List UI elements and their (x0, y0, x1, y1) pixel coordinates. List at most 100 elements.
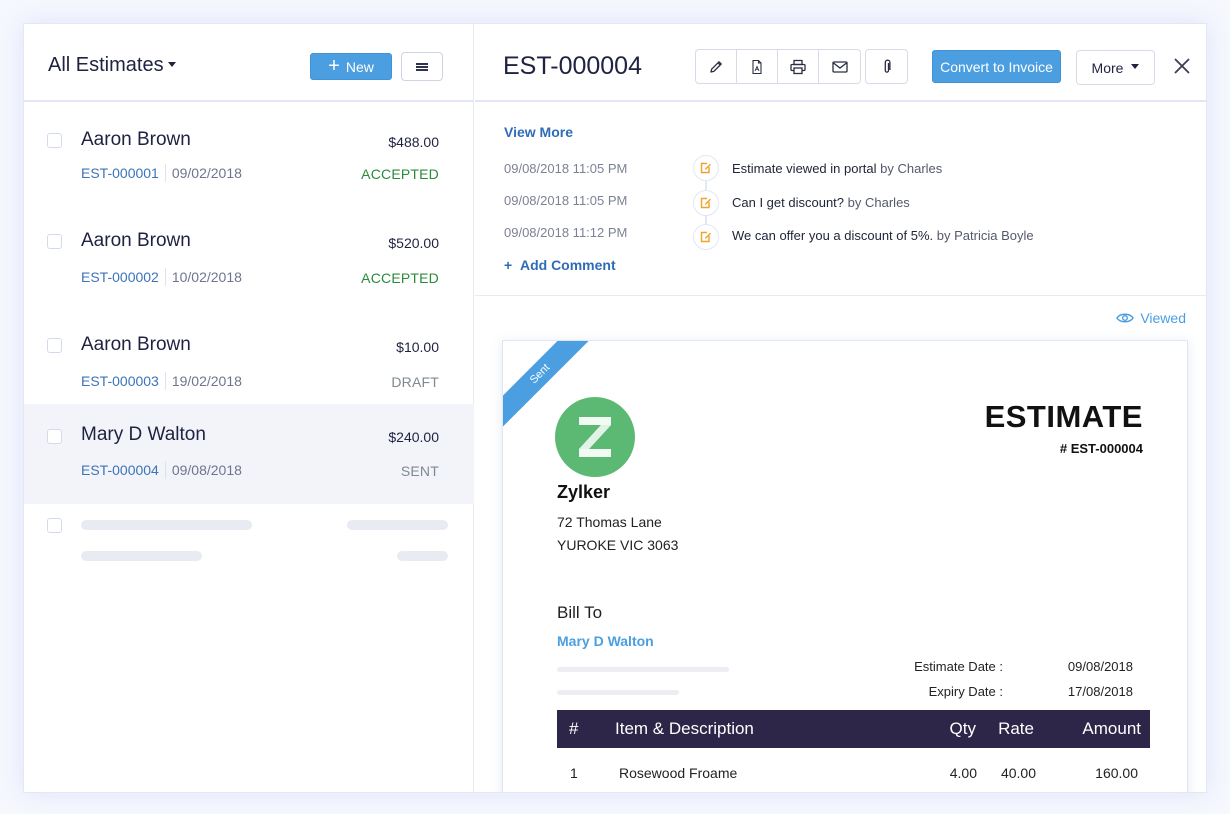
row-checkbox[interactable] (47, 133, 62, 148)
estimate-row[interactable]: Aaron Brown $520.00 EST-000002 10/02/201… (24, 204, 474, 309)
organization-address-line: YUROKE VIC 3063 (557, 537, 679, 553)
row-number: 1 (570, 765, 578, 781)
estimate-number: EST-000004 (81, 462, 159, 478)
col-rate: Rate (998, 719, 1034, 738)
action-toolbar (695, 49, 861, 84)
list-view-selector[interactable]: All Estimates (48, 54, 176, 77)
estimate-date: 19/02/2018 (171, 373, 242, 389)
estimate-document: Sent Zylker 72 Thomas Lane YUROKE VIC 30… (502, 340, 1188, 792)
divider (164, 268, 166, 286)
col-item: Item & Description (615, 719, 754, 738)
new-button-label: New (345, 58, 374, 75)
col-qty: Qty (949, 719, 976, 738)
row-checkbox (47, 518, 62, 533)
bill-to-label: Bill To (557, 603, 603, 622)
estimate-number: EST-000002 (81, 269, 159, 285)
divider (164, 461, 166, 479)
col-amount: Amount (1082, 719, 1141, 738)
caret-down-icon (1131, 64, 1140, 69)
row-qty: 4.00 (949, 765, 977, 781)
history-item-icon (693, 190, 719, 216)
col-number: # (569, 719, 579, 738)
estimate-amount: $488.00 (388, 134, 439, 150)
status-badge: SENT (400, 463, 439, 479)
history-entry: We can offer you a discount of 5%. by Pa… (732, 228, 1034, 243)
list-header: All Estimates + New (24, 24, 473, 102)
divider (164, 164, 166, 182)
pdf-icon (752, 59, 762, 74)
history-author: by Charles (847, 195, 910, 210)
skeleton-line (347, 520, 448, 530)
history-text: We can offer you a discount of 5%. (732, 228, 934, 243)
caret-down-icon (167, 62, 176, 68)
plus-icon: + (504, 257, 520, 273)
viewed-indicator: Viewed (1116, 310, 1186, 326)
estimate-date-label: Estimate Date : (914, 659, 1003, 674)
history-author: by Charles (880, 161, 943, 176)
row-checkbox[interactable] (47, 234, 62, 249)
estimate-row[interactable]: Aaron Brown $488.00 EST-000001 09/02/201… (24, 104, 474, 204)
eye-icon (1116, 313, 1135, 323)
row-meta: EST-000002 10/02/2018 (81, 268, 242, 286)
z-logo-icon (579, 417, 611, 457)
items-table-row: 1 Rosewood Froame 4.00 40.00 160.00 (557, 755, 1150, 791)
estimate-number: EST-000001 (81, 165, 159, 181)
customer-name: Aaron Brown (81, 230, 191, 251)
row-item: Rosewood Froame (619, 765, 738, 781)
row-meta: EST-000003 19/02/2018 (81, 372, 242, 390)
customer-name: Aaron Brown (81, 129, 191, 150)
viewed-label: Viewed (1140, 310, 1186, 326)
divider (164, 372, 166, 390)
list-menu-button[interactable] (401, 52, 443, 81)
row-checkbox[interactable] (47, 338, 62, 353)
document-title: ESTIMATE (984, 399, 1143, 434)
status-badge: ACCEPTED (361, 166, 439, 182)
estimate-amount: $520.00 (388, 235, 439, 251)
history-time: 09/08/2018 11:05 PM (504, 161, 628, 176)
skeleton-line (81, 520, 252, 530)
print-button[interactable] (778, 50, 819, 83)
new-estimate-button[interactable]: + New (310, 53, 392, 80)
row-amount: 160.00 (1095, 765, 1138, 781)
bill-to-customer[interactable]: Mary D Walton (557, 633, 654, 649)
customer-name: Aaron Brown (81, 334, 191, 355)
edit-button[interactable] (696, 50, 737, 83)
estimate-detail-pane: EST-000004 Convert to Invoice More View … (475, 24, 1206, 792)
email-button[interactable] (819, 50, 860, 83)
envelope-icon (831, 60, 848, 73)
skeleton-row (24, 504, 474, 574)
history-text: Can I get discount? (732, 195, 845, 210)
history-item-icon (693, 224, 719, 250)
customer-name: Mary D Walton (81, 424, 206, 445)
add-comment-label: Add Comment (519, 257, 616, 273)
close-button[interactable] (1171, 55, 1193, 77)
expiry-date-value: 17/08/2018 (1067, 684, 1133, 699)
app-window: All Estimates + New Aaron Brown $488.00 … (23, 23, 1207, 793)
estimate-row[interactable]: Aaron Brown $10.00 EST-000003 19/02/2018… (24, 309, 474, 404)
attach-button[interactable] (866, 50, 907, 83)
pdf-button[interactable] (737, 50, 778, 83)
expiry-date-label: Expiry Date : (928, 684, 1003, 699)
convert-to-invoice-button[interactable]: Convert to Invoice (932, 50, 1061, 83)
note-edit-icon (700, 197, 711, 209)
close-icon (1174, 58, 1190, 74)
more-button[interactable]: More (1076, 50, 1155, 85)
status-badge: DRAFT (391, 374, 439, 390)
history-time: 09/08/2018 11:05 PM (504, 193, 628, 208)
view-more-link[interactable]: View More (504, 124, 573, 140)
estimate-row-selected[interactable]: Mary D Walton $240.00 EST-000004 09/08/2… (24, 404, 474, 504)
row-meta: EST-000004 09/08/2018 (81, 461, 242, 479)
history-time: 09/08/2018 11:12 PM (504, 225, 628, 240)
skeleton-line (557, 690, 679, 695)
estimates-list-pane: All Estimates + New Aaron Brown $488.00 … (24, 24, 474, 792)
history-item-icon (693, 155, 719, 181)
history-entry: Estimate viewed in portal by Charles (732, 161, 942, 176)
note-edit-icon (700, 231, 711, 243)
section-divider (475, 295, 1206, 296)
add-comment-link[interactable]: + Add Comment (504, 257, 616, 273)
status-badge: ACCEPTED (361, 270, 439, 286)
more-label: More (1091, 59, 1124, 76)
row-checkbox[interactable] (47, 429, 62, 444)
pencil-icon (710, 60, 722, 73)
estimate-date: 10/02/2018 (171, 269, 242, 285)
